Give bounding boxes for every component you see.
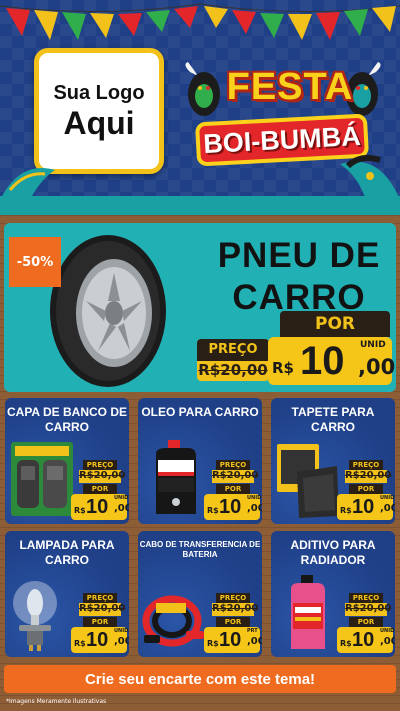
price-tag: R$ 10 PRT ,00 <box>204 627 262 653</box>
old-price: R$20,00 <box>212 603 259 616</box>
currency: R$ <box>207 506 219 515</box>
product-card-jumper-cable: CABO DE TRANSFERENCIA DE BATERIA PREÇO R… <box>138 531 262 657</box>
unit: UNID <box>247 495 262 501</box>
unit: UNID <box>380 628 395 634</box>
product-card-radiator-coolant: ADITIVO PARA RADIADOR PREÇO R$20,00 POR … <box>271 531 395 657</box>
jumper-cable-icon <box>142 595 204 647</box>
unit: UNID <box>114 628 129 634</box>
logo-text-line1: Sua Logo <box>53 81 145 104</box>
price-decimal: ,00 <box>380 636 395 647</box>
headlight-bulb-icon <box>13 581 57 651</box>
product-card-car-mat: TAPETE PARA CARRO PREÇO R$20,00 POR R$ 1… <box>271 398 395 524</box>
hero-product-title: PNEU DE CARRO <box>209 235 389 319</box>
por-label: POR <box>216 617 250 627</box>
price-tag: R$ 10 UNID ,00 <box>71 494 129 520</box>
price-tag: R$ 10 UNID ,00 <box>337 494 395 520</box>
currency: R$ <box>340 506 352 515</box>
hero-unit: UNID <box>360 340 386 350</box>
header-bottom-strip <box>0 196 400 215</box>
hero-price-tag: R$ 10 UNID ,00 <box>268 337 396 385</box>
product-card-motor-oil: OLEO PARA CARRO PREÇO R$20,00 POR R$ 10 … <box>138 398 262 524</box>
old-price: R$20,00 <box>345 603 392 616</box>
currency: R$ <box>207 639 219 648</box>
flyer-body: -50% PNEU DE CARRO PREÇO R$20,00 POR R$ … <box>0 215 400 711</box>
price-decimal: ,00 <box>247 503 262 514</box>
product-card-headlight-bulb: LAMPADA PARA CARRO PREÇO R$20,00 POR R$ … <box>5 531 129 657</box>
hero-old-price-box: PREÇO R$20,00 <box>197 339 269 381</box>
por-label: POR <box>349 617 383 627</box>
festa-title: FESTA <box>226 66 354 108</box>
hero-currency: R$ <box>272 359 294 377</box>
price-integer: 10 <box>352 629 375 651</box>
old-price: R$20,00 <box>79 603 126 616</box>
preco-label: PREÇO <box>83 593 117 603</box>
product-title: TAPETE PARA CARRO <box>291 405 375 434</box>
unit: UNID <box>114 495 129 501</box>
currency: R$ <box>74 639 86 648</box>
unit: PRT <box>247 628 258 634</box>
por-label: POR <box>349 484 383 494</box>
preco-label: PREÇO <box>83 460 117 470</box>
price-decimal: ,00 <box>380 503 395 514</box>
preco-label: PREÇO <box>349 593 383 603</box>
coolant-bottle-icon <box>291 575 325 649</box>
price-tag: R$ 10 UNID ,00 <box>204 494 262 520</box>
old-price: R$20,00 <box>212 470 259 483</box>
ox-ornament-left-icon <box>0 168 55 200</box>
product-title: LAMPADA PARA CARRO <box>19 538 115 567</box>
ox-ornament-right-icon <box>340 155 400 200</box>
create-flyer-button[interactable]: Crie seu encarte com este tema! <box>4 665 396 693</box>
hero-por-label: POR <box>280 311 390 337</box>
por-label: POR <box>83 617 117 627</box>
preco-label: PREÇO <box>216 460 250 470</box>
bunting-flags <box>0 3 400 40</box>
product-title: CABO DE TRANSFERENCIA DE BATERIA <box>139 540 261 559</box>
product-title: OLEO PARA CARRO <box>141 405 259 419</box>
price-decimal: ,00 <box>247 636 262 647</box>
discount-badge: -50% <box>9 237 61 287</box>
unit: UNID <box>380 495 395 501</box>
hero-price-decimal: ,00 <box>358 355 396 379</box>
currency: R$ <box>340 639 352 648</box>
currency: R$ <box>74 506 86 515</box>
header-banner: Sua Logo Aqui FESTA BOI-BUMBÁ <box>0 0 400 215</box>
price-integer: 10 <box>219 496 242 518</box>
hero-product-card: -50% PNEU DE CARRO PREÇO R$20,00 POR R$ … <box>4 223 396 392</box>
old-price: R$20,00 <box>345 470 392 483</box>
product-title: CAPA DE BANCO DE CARRO <box>6 405 127 434</box>
seat-cover-icon <box>11 442 73 516</box>
product-title: ADITIVO PARA RADIADOR <box>290 538 376 567</box>
disclaimer-text: *Imagens Meramente Ilustrativas <box>6 698 107 705</box>
por-label: POR <box>216 484 250 494</box>
price-decimal: ,00 <box>114 636 129 647</box>
hero-preco-label: PREÇO <box>197 339 269 361</box>
price-decimal: ,00 <box>114 503 129 514</box>
hero-old-price: R$20,00 <box>198 361 268 379</box>
price-integer: 10 <box>86 629 109 651</box>
hero-price-integer: 10 <box>300 339 345 383</box>
product-card-seat-cover: CAPA DE BANCO DE CARRO PREÇO R$20,00 POR… <box>5 398 129 524</box>
motor-oil-icon <box>156 440 196 514</box>
price-integer: 10 <box>219 629 242 651</box>
price-tag: R$ 10 UNID ,00 <box>337 627 395 653</box>
old-price: R$20,00 <box>79 470 126 483</box>
hero-title-line1: PNEU DE <box>217 236 381 275</box>
logo-text-line2: Aqui <box>63 104 135 141</box>
por-label: POR <box>83 484 117 494</box>
car-mat-icon <box>277 444 339 518</box>
price-integer: 10 <box>86 496 109 518</box>
price-tag: R$ 10 UNID ,00 <box>71 627 129 653</box>
preco-label: PREÇO <box>216 593 250 603</box>
price-integer: 10 <box>352 496 375 518</box>
preco-label: PREÇO <box>349 460 383 470</box>
